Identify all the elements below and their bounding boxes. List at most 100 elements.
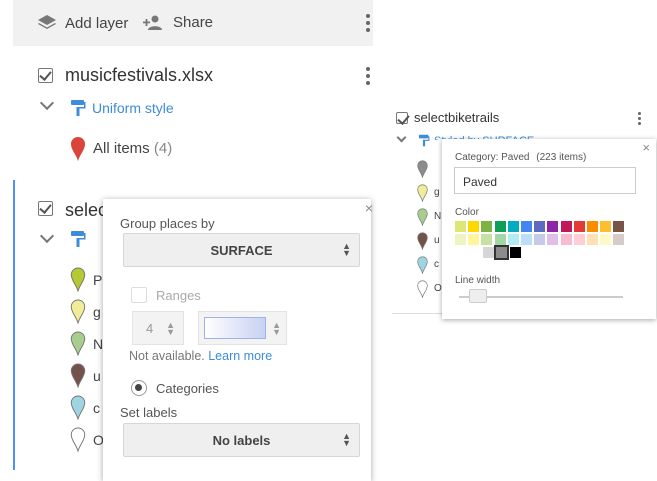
categories-label: Categories	[156, 381, 219, 396]
category-pin-icon	[70, 331, 86, 356]
set-labels-label: Set labels	[120, 405, 178, 420]
layer1-collapse-chevron-icon[interactable]	[39, 95, 55, 111]
category-pin-icon	[417, 184, 428, 202]
not-available-text: Not available. Learn more	[129, 349, 273, 363]
color-swatch[interactable]	[560, 221, 572, 232]
color-swatch[interactable]	[587, 221, 598, 232]
category-pin-icon	[417, 280, 428, 298]
category-pin-icon	[417, 160, 428, 178]
updown-arrows-icon: ▲ ▼	[272, 320, 281, 337]
category-header: Category: Paved (223 items)	[455, 152, 587, 163]
category-item-label[interactable]: P	[93, 272, 102, 288]
color-swatch[interactable]	[481, 234, 493, 245]
category-pin-icon	[70, 395, 86, 420]
range-count-value: 4	[146, 321, 154, 336]
category-pin-icon	[70, 267, 86, 292]
color-swatch[interactable]	[560, 234, 572, 245]
close-icon[interactable]: ×	[365, 200, 373, 216]
category-item-label[interactable]: N	[93, 336, 103, 352]
category-pin-icon	[417, 208, 428, 226]
category-item-label[interactable]: c	[434, 259, 439, 270]
color-swatch[interactable]	[509, 247, 521, 258]
paint-roller-icon	[71, 100, 86, 116]
layer1-visibility-checkbox[interactable]	[38, 68, 53, 83]
group-by-select[interactable]: SURFACE ▲ ▼	[123, 233, 360, 267]
category-item-count: (223 items)	[536, 152, 587, 163]
category-item-label[interactable]: N	[434, 211, 441, 222]
category-item-label[interactable]: u	[434, 235, 440, 246]
add-layer-label: Add layer	[65, 14, 129, 32]
layer1-title[interactable]: musicfestivals.xlsx	[65, 65, 213, 86]
share-button[interactable]: Share	[143, 14, 213, 31]
gradient-swatch	[204, 317, 266, 339]
right-layer-title[interactable]: selectbiketrails	[414, 110, 499, 125]
line-width-slider-thumb[interactable]	[469, 289, 487, 303]
color-swatch[interactable]	[521, 221, 532, 232]
color-swatch[interactable]	[600, 234, 612, 245]
color-swatch[interactable]	[470, 247, 481, 258]
paint-roller-icon	[418, 134, 430, 147]
right-layer-options-icon[interactable]	[632, 112, 646, 125]
color-swatch[interactable]	[507, 221, 519, 232]
category-pin-icon	[70, 427, 86, 452]
color-swatch[interactable]	[613, 234, 625, 245]
category-pin-icon	[70, 363, 86, 388]
color-swatch[interactable]	[587, 234, 598, 245]
color-swatch[interactable]	[521, 234, 532, 245]
group-places-popup: × Group places by SURFACE ▲ ▼ Ranges 4 ▲ ▼…	[103, 199, 373, 481]
layers-toolbar: Add layer Share	[13, 0, 373, 46]
category-pin-icon	[417, 232, 428, 250]
color-swatch[interactable]	[573, 234, 585, 245]
color-swatch[interactable]	[534, 221, 546, 232]
ranges-label: Ranges	[156, 288, 201, 303]
ranges-checkbox[interactable]	[131, 287, 147, 303]
updown-arrows-icon: ▲ ▼	[342, 431, 351, 448]
category-item-label[interactable]: c	[93, 400, 100, 416]
paint-roller-icon	[71, 231, 86, 247]
category-name-input[interactable]: Paved	[454, 167, 636, 194]
category-item-label[interactable]: g	[434, 187, 440, 198]
category-item-label[interactable]: u	[93, 368, 101, 384]
category-item-label[interactable]: O	[434, 283, 442, 294]
category-pin-icon	[70, 299, 86, 324]
color-swatch[interactable]	[468, 234, 480, 245]
layer2-visibility-checkbox[interactable]	[38, 201, 53, 216]
category-name-value: Paved	[463, 175, 498, 189]
color-swatch[interactable]	[547, 234, 559, 245]
all-items-label: All items (4)	[93, 140, 173, 157]
color-swatch[interactable]	[481, 221, 493, 232]
learn-more-link[interactable]: Learn more	[208, 349, 272, 363]
add-layer-button[interactable]: Add layer	[37, 14, 128, 32]
layers-icon	[38, 15, 56, 29]
color-swatch[interactable]	[613, 221, 625, 232]
color-label: Color	[455, 207, 479, 218]
color-swatch[interactable]	[534, 234, 546, 245]
color-swatch[interactable]	[600, 221, 612, 232]
right-layer-visibility-checkbox[interactable]	[396, 112, 408, 124]
category-pin-icon	[417, 256, 428, 274]
color-swatch[interactable]	[483, 247, 495, 258]
more-vert-icon[interactable]	[361, 14, 375, 32]
close-icon[interactable]: ×	[642, 140, 650, 155]
range-count-stepper[interactable]: 4 ▲ ▼	[132, 311, 184, 345]
red-pin-icon	[71, 137, 85, 161]
group-by-label: Group places by	[120, 216, 215, 231]
range-gradient-picker[interactable]: ▲ ▼	[198, 311, 287, 345]
color-swatch[interactable]	[547, 221, 559, 232]
color-swatch[interactable]	[507, 234, 519, 245]
color-swatch[interactable]	[468, 221, 480, 232]
set-labels-select[interactable]: No labels ▲ ▼	[123, 423, 360, 457]
layer1-options-icon[interactable]	[361, 67, 375, 85]
all-items-count: (4)	[153, 140, 173, 157]
layer1-style-link[interactable]: Uniform style	[92, 100, 174, 116]
color-swatch[interactable]	[455, 234, 466, 245]
category-style-popup: × Category: Paved (223 items) Paved Colo…	[442, 139, 656, 319]
color-swatch[interactable]	[573, 221, 585, 232]
color-swatch[interactable]	[455, 221, 466, 232]
category-item-label[interactable]: g	[93, 304, 101, 320]
categories-radio[interactable]	[131, 380, 147, 396]
color-swatch[interactable]	[494, 234, 506, 245]
color-swatch[interactable]	[494, 245, 510, 260]
layer2-title[interactable]: selec	[65, 200, 107, 221]
color-swatch[interactable]	[494, 221, 506, 232]
